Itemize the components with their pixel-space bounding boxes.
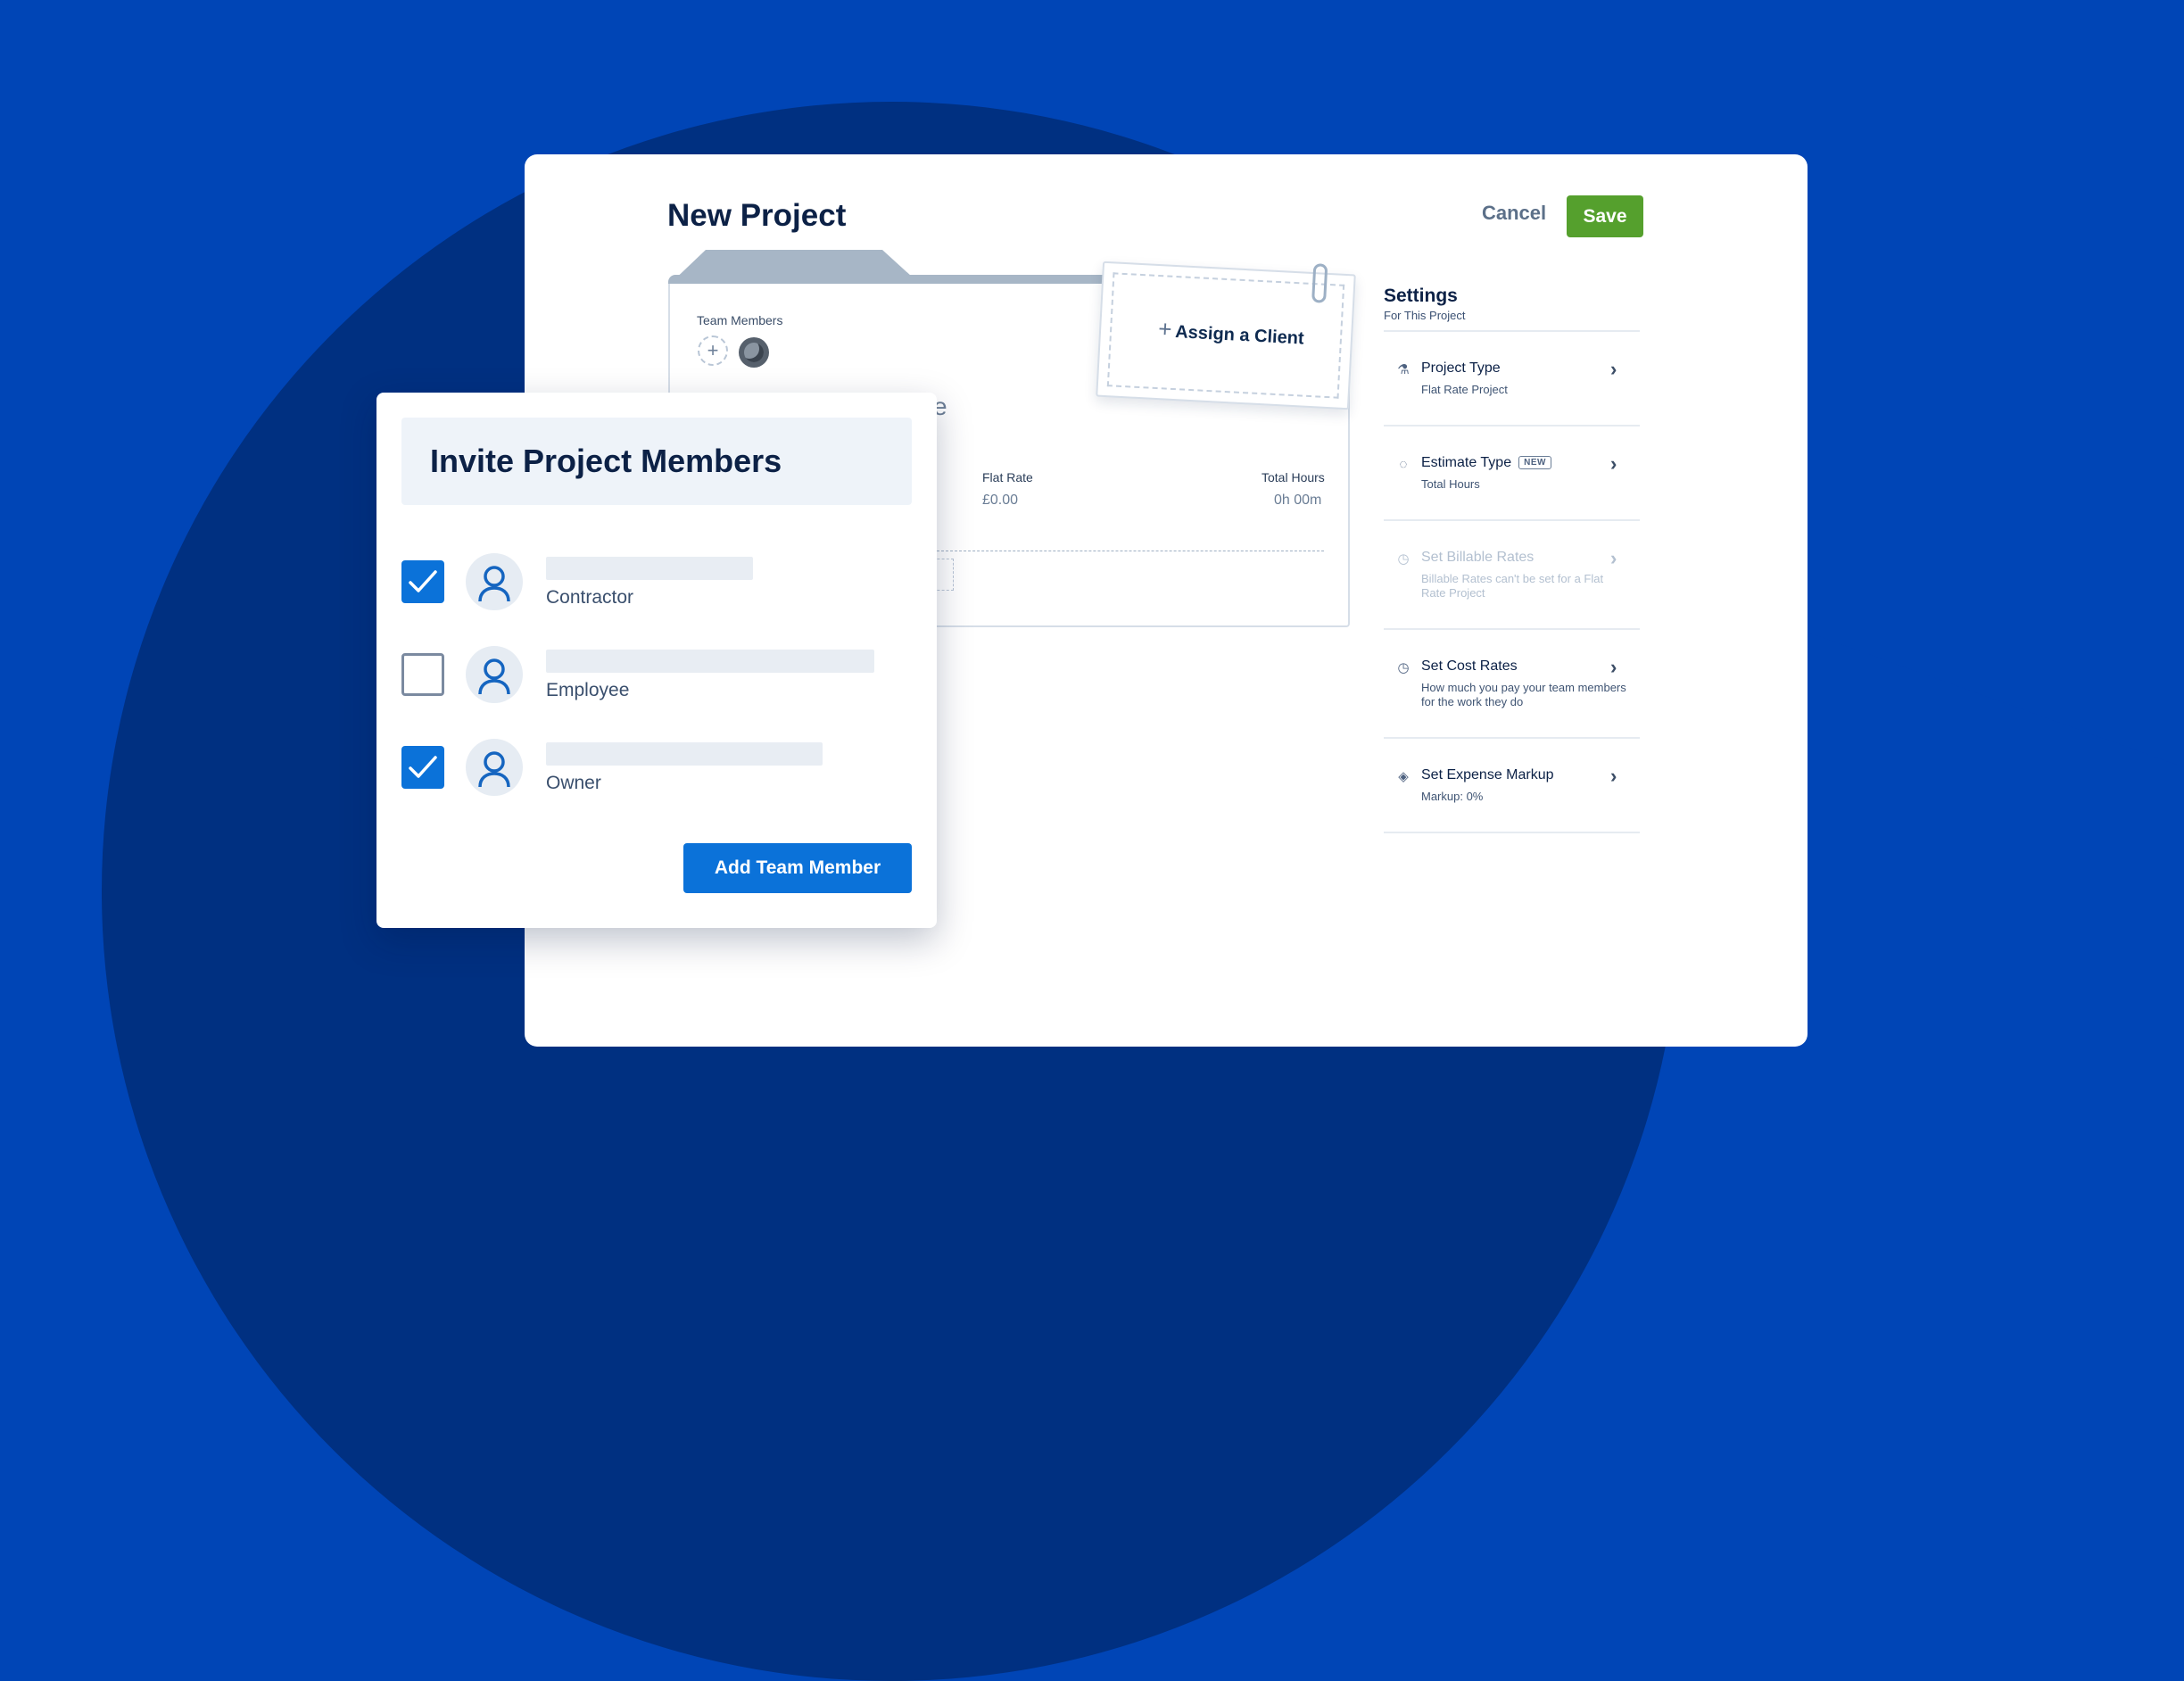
- settings-subtitle: For This Project: [1384, 309, 1466, 322]
- assign-client-button[interactable]: + Assign a Client: [1157, 315, 1305, 351]
- member-row-employee[interactable]: Employee: [401, 646, 912, 708]
- diamond-icon: ◈: [1398, 769, 1409, 784]
- member-name-placeholder: [546, 742, 823, 766]
- clock-icon: ◷: [1397, 551, 1410, 567]
- settings-divider: [1384, 519, 1640, 521]
- setting-desc: Markup: 0%: [1421, 790, 1484, 803]
- setting-desc: How much you pay your team members for t…: [1421, 681, 1626, 708]
- setting-desc: Total Hours: [1421, 477, 1480, 491]
- setting-title: Set Billable Rates: [1421, 550, 1535, 565]
- flat-rate-label: Flat Rate: [982, 470, 1033, 484]
- member-name-placeholder: [546, 650, 874, 673]
- lightbulb-icon: ◌: [1399, 457, 1408, 472]
- team-member-avatar[interactable]: [739, 337, 769, 368]
- flat-rate-value: £0.00: [982, 493, 1019, 508]
- setting-desc: Flat Rate Project: [1421, 383, 1508, 396]
- add-team-member-button[interactable]: Add Team Member: [683, 843, 912, 893]
- setting-title: Estimate Type NEW: [1421, 455, 1551, 471]
- settings-divider: [1384, 425, 1640, 426]
- member-row-owner[interactable]: Owner: [401, 739, 912, 801]
- team-members-label: Team Members: [697, 313, 783, 327]
- flask-icon: ⚗: [1397, 362, 1410, 377]
- cancel-button[interactable]: Cancel: [1482, 202, 1546, 225]
- user-icon: [466, 553, 523, 610]
- setting-title: Project Type: [1421, 360, 1501, 376]
- popover-title: Invite Project Members: [430, 443, 782, 479]
- user-icon: [466, 739, 523, 796]
- settings-divider: [1384, 737, 1640, 739]
- settings-divider: [1384, 832, 1640, 833]
- setting-title-text: Estimate Type: [1421, 455, 1512, 470]
- member-role: Employee: [546, 680, 630, 700]
- stopwatch-icon: ◷: [1397, 660, 1410, 675]
- checkmark-icon: [409, 570, 437, 592]
- add-team-member-icon[interactable]: +: [698, 335, 728, 366]
- member-role: Owner: [546, 773, 601, 793]
- settings-divider: [1384, 628, 1640, 630]
- chevron-right-icon: ›: [1610, 452, 1617, 475]
- member-role: Contractor: [546, 587, 634, 608]
- member-name-placeholder: [546, 557, 753, 580]
- settings-title: Settings: [1384, 286, 1458, 306]
- total-hours-label: Total Hours: [1262, 470, 1325, 484]
- invite-members-popover: Invite Project Members Contractor Employ…: [376, 393, 937, 928]
- new-badge: NEW: [1518, 456, 1551, 469]
- assign-client-label: Assign a Client: [1174, 322, 1305, 349]
- user-icon: [466, 646, 523, 703]
- setting-title: Set Cost Rates: [1421, 658, 1518, 674]
- chevron-right-icon: ›: [1610, 765, 1617, 787]
- popover-header: Invite Project Members: [401, 418, 912, 505]
- paperclip-icon: [1311, 263, 1328, 303]
- assign-client-card[interactable]: + Assign a Client: [1096, 261, 1356, 410]
- save-button[interactable]: Save: [1567, 195, 1643, 237]
- chevron-right-icon: ›: [1610, 656, 1617, 678]
- chevron-right-icon: ›: [1610, 358, 1617, 380]
- page-title: New Project: [667, 198, 847, 233]
- setting-title: Set Expense Markup: [1421, 767, 1554, 783]
- member-row-contractor[interactable]: Contractor: [401, 553, 912, 616]
- chevron-right-icon: ›: [1610, 547, 1617, 569]
- popover-arrow: [686, 373, 725, 393]
- total-hours-value: 0h 00m: [1274, 493, 1322, 508]
- plus-icon: +: [1157, 315, 1173, 343]
- setting-desc: Billable Rates can't be set for a Flat R…: [1421, 572, 1604, 600]
- settings-divider: [1384, 330, 1640, 332]
- member-checkbox[interactable]: [401, 653, 444, 696]
- checkmark-icon: [409, 756, 437, 778]
- member-checkbox[interactable]: [401, 746, 444, 789]
- member-checkbox[interactable]: [401, 560, 444, 603]
